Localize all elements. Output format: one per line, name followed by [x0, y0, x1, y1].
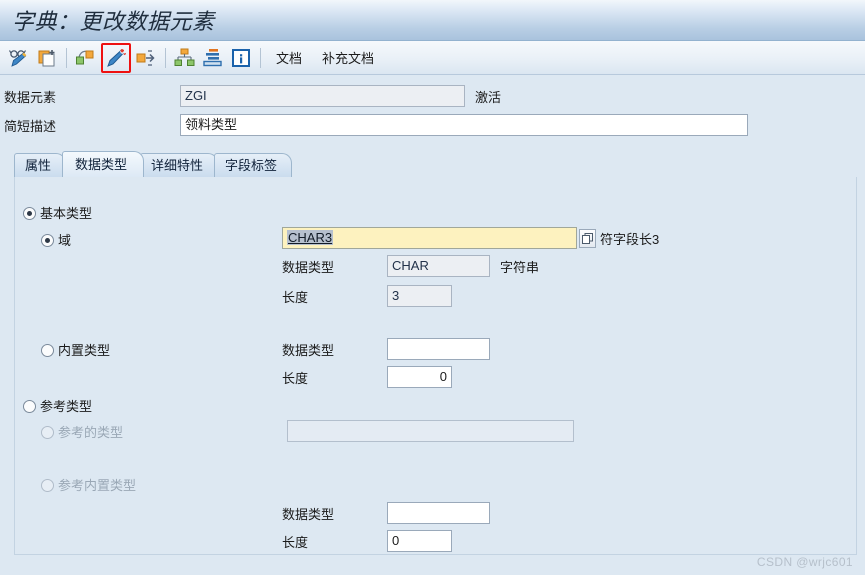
reference-builtin-data-type-input[interactable]	[387, 502, 490, 524]
reference-builtin-length-input[interactable]: 0	[387, 530, 452, 552]
watermark: CSDN @wrjc601	[756, 555, 853, 569]
domain-value-row: CHAR3 符字段长3	[282, 227, 659, 249]
domain-input[interactable]: CHAR3	[282, 227, 577, 249]
application-toolbar: 文档 补充文档	[0, 41, 865, 75]
reference-builtin-radio-group: 参考内置类型	[41, 475, 136, 494]
data-type-panel: 基本类型 域 CHAR3 符字段长3 数据类型 CHAR 字符串 长度 3 内置…	[14, 177, 857, 555]
reference-builtin-data-type-row: 数据类型	[282, 502, 490, 524]
reference-builtin-data-type-label: 数据类型	[282, 506, 335, 522]
builtin-data-type-input[interactable]	[387, 338, 490, 360]
toolbar-separator	[260, 47, 261, 68]
copy-document-icon[interactable]	[34, 45, 60, 71]
domain-length-label: 长度	[282, 289, 309, 305]
referenced-type-radio	[41, 426, 54, 439]
domain-radio-group[interactable]: 域	[41, 230, 71, 249]
info-icon[interactable]	[228, 45, 254, 71]
builtin-data-type-row: 数据类型	[282, 338, 490, 360]
domain-input-selection: CHAR3	[287, 230, 334, 245]
reference-type-label: 参考类型	[40, 399, 93, 414]
toolbar-separator	[66, 47, 67, 68]
referenced-type-label: 参考的类型	[58, 425, 124, 440]
elementary-type-radio[interactable]	[23, 207, 36, 220]
window-title-bar: 字典：更改数据元素	[0, 0, 865, 41]
domain-data-type-label: 数据类型	[282, 259, 335, 275]
tabstrip: 属性 数据类型 详细特性 字段标签	[0, 151, 865, 177]
builtin-type-radio-group[interactable]: 内置类型	[41, 340, 110, 359]
tab-data-type[interactable]: 数据类型	[62, 151, 145, 177]
builtin-length-row: 长度 0	[282, 366, 452, 388]
layers-icon[interactable]	[200, 45, 226, 71]
reference-type-radio-group[interactable]: 参考类型	[23, 396, 92, 415]
short-description-row: 简短描述 领料类型	[0, 112, 865, 138]
page-title: 字典：更改数据元素	[12, 9, 215, 34]
hierarchy-icon[interactable]	[172, 45, 198, 71]
tab-detail-properties[interactable]: 详细特性	[140, 153, 219, 177]
domain-radio[interactable]	[41, 234, 54, 247]
toolbar-separator	[165, 47, 166, 68]
builtin-length-input[interactable]: 0	[387, 366, 452, 388]
tab-field-labels[interactable]: 字段标签	[214, 153, 293, 177]
status-badge: 激活	[475, 89, 502, 105]
referenced-type-radio-group: 参考的类型	[41, 422, 123, 441]
short-description-label: 简短描述	[4, 118, 57, 134]
reference-type-radio[interactable]	[23, 400, 36, 413]
builtin-type-radio[interactable]	[41, 344, 54, 357]
builtin-type-label: 内置类型	[58, 343, 111, 358]
builtin-data-type-label: 数据类型	[282, 342, 335, 358]
domain-data-type-hint: 字符串	[500, 259, 540, 275]
domain-length-row: 长度 3	[282, 285, 452, 307]
data-element-label: 数据元素	[4, 89, 57, 105]
domain-label: 域	[58, 233, 72, 248]
domain-search-help-icon[interactable]	[579, 228, 596, 248]
reference-builtin-radio	[41, 479, 54, 492]
tab-attributes[interactable]: 属性	[14, 153, 67, 177]
reference-builtin-length-label: 长度	[282, 534, 309, 550]
domain-hint: 符字段长3	[600, 231, 660, 247]
data-element-input[interactable]: ZGI	[180, 85, 465, 107]
documentation-button[interactable]: 文档	[267, 46, 311, 69]
header-form: 数据元素 ZGI 激活 简短描述 领料类型	[0, 75, 865, 145]
display-change-icon[interactable]	[6, 45, 32, 71]
edit-wand-icon[interactable]	[101, 42, 131, 73]
domain-data-type-input[interactable]: CHAR	[387, 255, 490, 277]
elementary-type-label: 基本类型	[40, 206, 93, 221]
supplementary-documentation-button[interactable]: 补充文档	[313, 46, 383, 69]
data-element-row: 数据元素 ZGI 激活	[0, 83, 865, 109]
referenced-type-value-wrap	[287, 420, 574, 442]
reference-builtin-label: 参考内置类型	[58, 478, 137, 493]
builtin-length-label: 长度	[282, 370, 309, 386]
elementary-type-radio-group[interactable]: 基本类型	[23, 203, 92, 222]
expand-arrows-icon[interactable]	[133, 45, 159, 71]
reference-builtin-length-row: 长度 0	[282, 530, 452, 552]
domain-data-type-row: 数据类型 CHAR 字符串	[282, 255, 539, 277]
referenced-type-input	[287, 420, 574, 442]
short-description-input[interactable]: 领料类型	[180, 114, 748, 136]
other-object-icon[interactable]	[73, 45, 99, 71]
domain-length-input[interactable]: 3	[387, 285, 452, 307]
